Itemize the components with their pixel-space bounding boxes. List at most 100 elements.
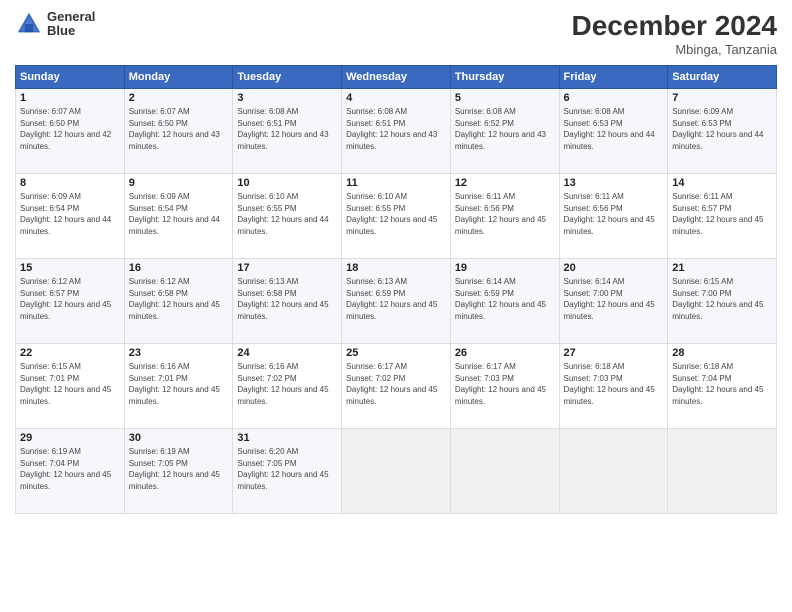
calendar-cell: 1 Sunrise: 6:07 AMSunset: 6:50 PMDayligh… [16, 89, 125, 174]
logo-line2: Blue [47, 24, 95, 38]
day-info: Sunrise: 6:19 AMSunset: 7:05 PMDaylight:… [129, 446, 229, 492]
logo-text: General Blue [47, 10, 95, 39]
day-number: 18 [346, 262, 446, 274]
calendar-week-5: 29 Sunrise: 6:19 AMSunset: 7:04 PMDaylig… [16, 429, 777, 514]
day-number: 16 [129, 262, 229, 274]
calendar-cell: 28 Sunrise: 6:18 AMSunset: 7:04 PMDaylig… [668, 344, 777, 429]
weekday-header-tuesday: Tuesday [233, 66, 342, 89]
calendar-cell: 27 Sunrise: 6:18 AMSunset: 7:03 PMDaylig… [559, 344, 668, 429]
day-info: Sunrise: 6:09 AMSunset: 6:53 PMDaylight:… [672, 106, 772, 152]
calendar-cell: 7 Sunrise: 6:09 AMSunset: 6:53 PMDayligh… [668, 89, 777, 174]
day-number: 8 [20, 177, 120, 189]
day-info: Sunrise: 6:08 AMSunset: 6:51 PMDaylight:… [346, 106, 446, 152]
weekday-header-row: SundayMondayTuesdayWednesdayThursdayFrid… [16, 66, 777, 89]
day-info: Sunrise: 6:07 AMSunset: 6:50 PMDaylight:… [20, 106, 120, 152]
calendar-page: General Blue December 2024 Mbinga, Tanza… [0, 0, 792, 612]
day-number: 12 [455, 177, 555, 189]
day-number: 5 [455, 92, 555, 104]
weekday-header-wednesday: Wednesday [342, 66, 451, 89]
calendar-cell: 22 Sunrise: 6:15 AMSunset: 7:01 PMDaylig… [16, 344, 125, 429]
calendar-cell: 20 Sunrise: 6:14 AMSunset: 7:00 PMDaylig… [559, 259, 668, 344]
day-info: Sunrise: 6:19 AMSunset: 7:04 PMDaylight:… [20, 446, 120, 492]
day-number: 2 [129, 92, 229, 104]
logo-icon [15, 10, 43, 38]
day-info: Sunrise: 6:09 AMSunset: 6:54 PMDaylight:… [20, 191, 120, 237]
day-number: 9 [129, 177, 229, 189]
day-info: Sunrise: 6:16 AMSunset: 7:02 PMDaylight:… [237, 361, 337, 407]
day-number: 31 [237, 432, 337, 444]
day-number: 24 [237, 347, 337, 359]
weekday-header-friday: Friday [559, 66, 668, 89]
day-number: 23 [129, 347, 229, 359]
day-number: 22 [20, 347, 120, 359]
day-number: 19 [455, 262, 555, 274]
day-number: 1 [20, 92, 120, 104]
day-info: Sunrise: 6:13 AMSunset: 6:58 PMDaylight:… [237, 276, 337, 322]
calendar-cell: 23 Sunrise: 6:16 AMSunset: 7:01 PMDaylig… [124, 344, 233, 429]
calendar-cell: 15 Sunrise: 6:12 AMSunset: 6:57 PMDaylig… [16, 259, 125, 344]
calendar-cell: 19 Sunrise: 6:14 AMSunset: 6:59 PMDaylig… [450, 259, 559, 344]
day-info: Sunrise: 6:11 AMSunset: 6:57 PMDaylight:… [672, 191, 772, 237]
day-info: Sunrise: 6:14 AMSunset: 7:00 PMDaylight:… [564, 276, 664, 322]
calendar-cell: 26 Sunrise: 6:17 AMSunset: 7:03 PMDaylig… [450, 344, 559, 429]
month-title: December 2024 [572, 10, 777, 42]
day-number: 7 [672, 92, 772, 104]
day-number: 6 [564, 92, 664, 104]
day-info: Sunrise: 6:18 AMSunset: 7:04 PMDaylight:… [672, 361, 772, 407]
calendar-cell: 13 Sunrise: 6:11 AMSunset: 6:56 PMDaylig… [559, 174, 668, 259]
day-info: Sunrise: 6:20 AMSunset: 7:05 PMDaylight:… [237, 446, 337, 492]
calendar-cell: 3 Sunrise: 6:08 AMSunset: 6:51 PMDayligh… [233, 89, 342, 174]
day-number: 26 [455, 347, 555, 359]
day-number: 27 [564, 347, 664, 359]
calendar-week-3: 15 Sunrise: 6:12 AMSunset: 6:57 PMDaylig… [16, 259, 777, 344]
calendar-cell: 10 Sunrise: 6:10 AMSunset: 6:55 PMDaylig… [233, 174, 342, 259]
calendar-cell: 21 Sunrise: 6:15 AMSunset: 7:00 PMDaylig… [668, 259, 777, 344]
day-info: Sunrise: 6:17 AMSunset: 7:03 PMDaylight:… [455, 361, 555, 407]
weekday-header-monday: Monday [124, 66, 233, 89]
calendar-cell: 31 Sunrise: 6:20 AMSunset: 7:05 PMDaylig… [233, 429, 342, 514]
calendar-cell: 17 Sunrise: 6:13 AMSunset: 6:58 PMDaylig… [233, 259, 342, 344]
day-number: 29 [20, 432, 120, 444]
calendar-cell: 8 Sunrise: 6:09 AMSunset: 6:54 PMDayligh… [16, 174, 125, 259]
day-info: Sunrise: 6:15 AMSunset: 7:01 PMDaylight:… [20, 361, 120, 407]
page-header: General Blue December 2024 Mbinga, Tanza… [15, 10, 777, 57]
weekday-header-thursday: Thursday [450, 66, 559, 89]
day-info: Sunrise: 6:11 AMSunset: 6:56 PMDaylight:… [455, 191, 555, 237]
day-info: Sunrise: 6:16 AMSunset: 7:01 PMDaylight:… [129, 361, 229, 407]
day-info: Sunrise: 6:10 AMSunset: 6:55 PMDaylight:… [237, 191, 337, 237]
day-info: Sunrise: 6:08 AMSunset: 6:53 PMDaylight:… [564, 106, 664, 152]
day-number: 14 [672, 177, 772, 189]
day-number: 21 [672, 262, 772, 274]
day-info: Sunrise: 6:13 AMSunset: 6:59 PMDaylight:… [346, 276, 446, 322]
logo: General Blue [15, 10, 95, 39]
day-info: Sunrise: 6:09 AMSunset: 6:54 PMDaylight:… [129, 191, 229, 237]
day-number: 28 [672, 347, 772, 359]
day-number: 17 [237, 262, 337, 274]
day-info: Sunrise: 6:18 AMSunset: 7:03 PMDaylight:… [564, 361, 664, 407]
calendar-cell: 2 Sunrise: 6:07 AMSunset: 6:50 PMDayligh… [124, 89, 233, 174]
title-block: December 2024 Mbinga, Tanzania [572, 10, 777, 57]
calendar-cell: 14 Sunrise: 6:11 AMSunset: 6:57 PMDaylig… [668, 174, 777, 259]
day-info: Sunrise: 6:07 AMSunset: 6:50 PMDaylight:… [129, 106, 229, 152]
calendar-cell: 18 Sunrise: 6:13 AMSunset: 6:59 PMDaylig… [342, 259, 451, 344]
day-info: Sunrise: 6:14 AMSunset: 6:59 PMDaylight:… [455, 276, 555, 322]
calendar-cell: 9 Sunrise: 6:09 AMSunset: 6:54 PMDayligh… [124, 174, 233, 259]
day-info: Sunrise: 6:08 AMSunset: 6:51 PMDaylight:… [237, 106, 337, 152]
calendar-cell: 12 Sunrise: 6:11 AMSunset: 6:56 PMDaylig… [450, 174, 559, 259]
calendar-week-4: 22 Sunrise: 6:15 AMSunset: 7:01 PMDaylig… [16, 344, 777, 429]
calendar-cell: 16 Sunrise: 6:12 AMSunset: 6:58 PMDaylig… [124, 259, 233, 344]
weekday-header-sunday: Sunday [16, 66, 125, 89]
day-number: 10 [237, 177, 337, 189]
calendar-week-2: 8 Sunrise: 6:09 AMSunset: 6:54 PMDayligh… [16, 174, 777, 259]
day-info: Sunrise: 6:12 AMSunset: 6:58 PMDaylight:… [129, 276, 229, 322]
calendar-cell: 6 Sunrise: 6:08 AMSunset: 6:53 PMDayligh… [559, 89, 668, 174]
day-info: Sunrise: 6:15 AMSunset: 7:00 PMDaylight:… [672, 276, 772, 322]
day-number: 3 [237, 92, 337, 104]
calendar-cell: 30 Sunrise: 6:19 AMSunset: 7:05 PMDaylig… [124, 429, 233, 514]
day-number: 20 [564, 262, 664, 274]
logo-line1: General [47, 10, 95, 24]
calendar-cell [559, 429, 668, 514]
calendar-cell [450, 429, 559, 514]
day-info: Sunrise: 6:12 AMSunset: 6:57 PMDaylight:… [20, 276, 120, 322]
calendar-cell: 25 Sunrise: 6:17 AMSunset: 7:02 PMDaylig… [342, 344, 451, 429]
